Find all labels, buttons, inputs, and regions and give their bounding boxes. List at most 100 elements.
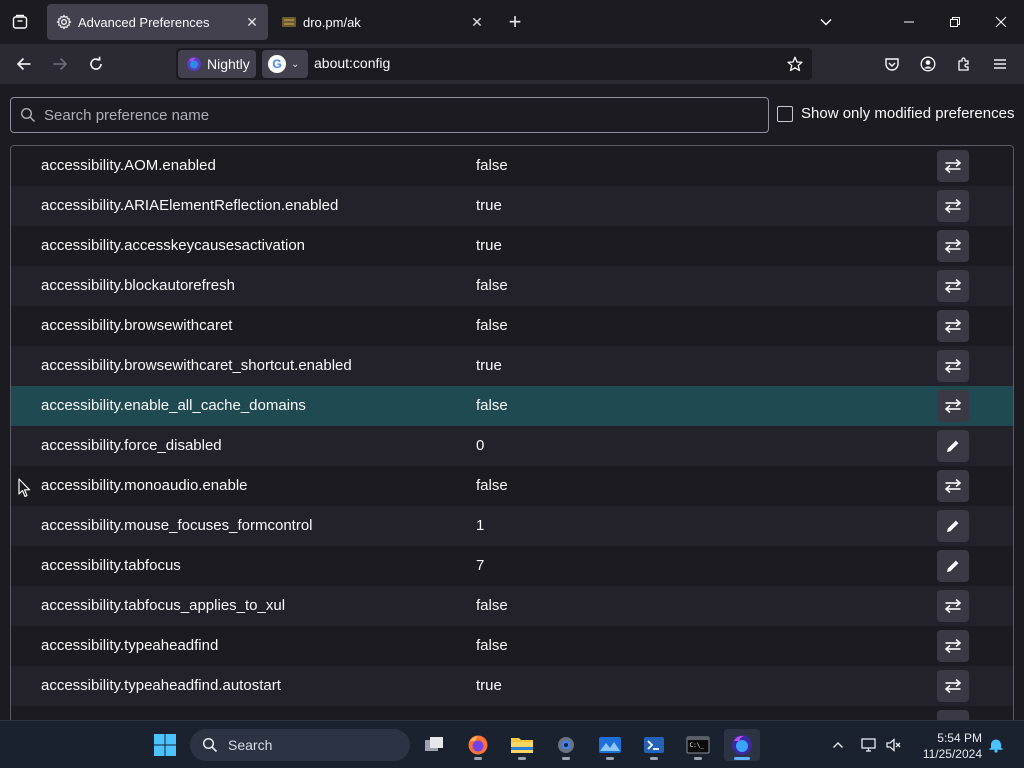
pref-row[interactable]: accessibility.tabfocus_applies_to_xul fal… bbox=[11, 586, 1013, 626]
taskbar-powershell[interactable] bbox=[636, 729, 672, 761]
close-icon bbox=[995, 16, 1007, 28]
nightly-logo-icon bbox=[187, 57, 201, 71]
pref-row[interactable]: accessibility.monoaudio.enable false bbox=[11, 466, 1013, 506]
preference-search-box[interactable] bbox=[10, 97, 769, 133]
pref-name: accessibility.accesskeycausesactivation bbox=[41, 237, 306, 254]
reload-button[interactable] bbox=[82, 50, 110, 78]
taskbar-firefox-nightly[interactable] bbox=[724, 729, 760, 761]
taskbar-task-view[interactable] bbox=[416, 729, 452, 761]
toggle-arrows-icon bbox=[944, 638, 962, 654]
show-modified-checkbox[interactable] bbox=[777, 105, 793, 122]
pref-row[interactable]: accessibility.enable_all_cache_domains fa… bbox=[11, 386, 1013, 426]
firefox-nightly-icon bbox=[732, 735, 752, 755]
google-icon: G bbox=[268, 55, 286, 73]
search-engine-button[interactable]: G ⌄ bbox=[262, 50, 308, 78]
task-view-icon bbox=[425, 737, 443, 751]
svg-text:C:\_: C:\_ bbox=[690, 742, 705, 749]
show-hidden-icons-button[interactable] bbox=[828, 735, 848, 755]
identity-label: Nightly bbox=[207, 56, 250, 72]
taskbar-clock[interactable]: 5:54 PM 11/25/2024 bbox=[912, 730, 982, 762]
toggle-pref-button[interactable] bbox=[937, 630, 969, 662]
forward-button[interactable] bbox=[46, 50, 74, 78]
settings-gear-icon bbox=[558, 737, 574, 753]
taskbar-search-label: Search bbox=[228, 737, 273, 753]
pref-row[interactable]: accessibility.force_disabled 0 bbox=[11, 426, 1013, 466]
clock-date: 11/25/2024 bbox=[922, 747, 982, 761]
pencil-icon bbox=[945, 558, 961, 574]
taskbar-search[interactable]: Search bbox=[190, 729, 410, 761]
pref-name: accessibility.monoaudio.enable bbox=[41, 477, 248, 494]
tab-dro-pm[interactable]: dro.pm/ak ✕ bbox=[272, 4, 493, 40]
url-bar[interactable]: Nightly G ⌄ about:config bbox=[176, 48, 812, 80]
pref-row[interactable]: accessibility.browsewithcaret_shortcut.e… bbox=[11, 346, 1013, 386]
pref-row[interactable]: accessibility.typeaheadfind false bbox=[11, 626, 1013, 666]
notifications-button[interactable] bbox=[986, 735, 1006, 755]
tab-title: Advanced Preferences bbox=[78, 14, 210, 30]
pref-row[interactable] bbox=[11, 706, 1013, 720]
pocket-button[interactable] bbox=[878, 50, 906, 78]
pref-row[interactable]: accessibility.accesskeycausesactivation t… bbox=[11, 226, 1013, 266]
pref-row[interactable]: accessibility.browsewithcaret false bbox=[11, 306, 1013, 346]
pref-row[interactable]: accessibility.blockautorefresh false bbox=[11, 266, 1013, 306]
back-button[interactable] bbox=[10, 50, 38, 78]
network-status-button[interactable] bbox=[860, 735, 880, 755]
toggle-pref-button[interactable] bbox=[937, 190, 969, 222]
search-icon bbox=[20, 107, 36, 123]
volume-button[interactable] bbox=[884, 735, 904, 755]
toggle-arrows-icon bbox=[944, 478, 962, 494]
pref-value: 0 bbox=[476, 437, 485, 454]
extensions-button[interactable] bbox=[950, 50, 978, 78]
toggle-pref-button[interactable] bbox=[937, 270, 969, 302]
pref-row[interactable]: accessibility.ARIAElementReflection.enab… bbox=[11, 186, 1013, 226]
toggle-pref-button[interactable] bbox=[937, 150, 969, 182]
windows-start-icon[interactable] bbox=[153, 733, 177, 757]
pref-row[interactable]: accessibility.tabfocus 7 bbox=[11, 546, 1013, 586]
firefox-view-button[interactable] bbox=[8, 10, 32, 34]
speaker-muted-icon bbox=[886, 738, 901, 752]
edit-pref-button[interactable] bbox=[937, 710, 969, 720]
taskbar-terminal[interactable]: C:\_ bbox=[680, 729, 716, 761]
tab-advanced-preferences[interactable]: Advanced Preferences ✕ bbox=[47, 4, 268, 40]
url-text[interactable]: about:config bbox=[314, 55, 390, 71]
edit-pref-button[interactable] bbox=[937, 510, 969, 542]
edit-pref-button[interactable] bbox=[937, 550, 969, 582]
show-modified-toggle[interactable]: Show only modified preferences bbox=[777, 105, 1014, 122]
toggle-pref-button[interactable] bbox=[937, 670, 969, 702]
puzzle-icon bbox=[958, 57, 969, 71]
account-button[interactable] bbox=[914, 50, 942, 78]
taskbar-firefox[interactable] bbox=[460, 729, 496, 761]
search-input[interactable] bbox=[44, 106, 744, 124]
list-all-tabs-button[interactable] bbox=[814, 10, 838, 34]
minimize-button[interactable] bbox=[886, 6, 932, 38]
pref-row[interactable]: accessibility.mouse_focuses_formcontrol 1 bbox=[11, 506, 1013, 546]
taskbar-file-explorer[interactable] bbox=[504, 729, 540, 761]
bookmark-star-button[interactable] bbox=[784, 53, 806, 75]
pref-row[interactable]: accessibility.AOM.enabled false bbox=[11, 146, 1013, 186]
toggle-pref-button[interactable] bbox=[937, 350, 969, 382]
menu-button[interactable] bbox=[986, 50, 1014, 78]
toggle-pref-button[interactable] bbox=[937, 390, 969, 422]
restore-button[interactable] bbox=[932, 6, 978, 38]
hamburger-menu-icon bbox=[994, 59, 1006, 69]
toggle-pref-button[interactable] bbox=[937, 230, 969, 262]
pref-value: false bbox=[476, 277, 508, 294]
pref-name: accessibility.browsewithcaret bbox=[41, 317, 233, 334]
show-modified-label: Show only modified preferences bbox=[801, 105, 1015, 122]
minimize-icon bbox=[904, 21, 914, 23]
identity-box[interactable]: Nightly bbox=[178, 50, 256, 78]
toggle-pref-button[interactable] bbox=[937, 590, 969, 622]
toggle-pref-button[interactable] bbox=[937, 470, 969, 502]
pref-name: accessibility.AOM.enabled bbox=[41, 157, 216, 174]
close-tab-icon[interactable]: ✕ bbox=[242, 12, 262, 32]
close-window-button[interactable] bbox=[978, 6, 1024, 38]
new-tab-button[interactable]: + bbox=[503, 9, 527, 34]
taskbar-photos[interactable] bbox=[592, 729, 628, 761]
pref-row[interactable]: accessibility.typeaheadfind.autostart tru… bbox=[11, 666, 1013, 706]
taskbar-settings[interactable] bbox=[548, 729, 584, 761]
edit-pref-button[interactable] bbox=[937, 430, 969, 462]
close-tab-icon[interactable]: ✕ bbox=[467, 12, 487, 32]
toggle-pref-button[interactable] bbox=[937, 310, 969, 342]
chevron-down-icon: ⌄ bbox=[291, 58, 300, 70]
tab-strip: Advanced Preferences ✕ dro.pm/ak ✕ + bbox=[0, 0, 1024, 44]
pref-name: accessibility.typeaheadfind bbox=[41, 637, 219, 654]
